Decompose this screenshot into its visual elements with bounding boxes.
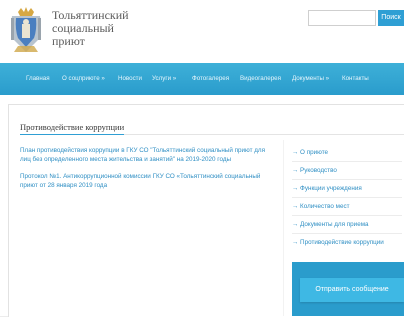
column-divider [283,140,284,316]
sidebar-divider [292,233,402,234]
sidebar-divider [292,215,402,216]
sidebar-item-about[interactable]: → О приюте [292,149,328,156]
sidebar-divider [292,179,402,180]
document-link[interactable]: План противодействия коррупции в ГКУ СО … [20,146,270,164]
sidebar-item-anti-corruption[interactable]: → Противодействие коррупции [292,239,384,246]
title-divider [124,134,404,135]
nav-item-about[interactable]: О соцприюте » [62,63,105,95]
sidebar-item-functions[interactable]: → Функции учреждения [292,185,362,192]
nav-item-news[interactable]: Новости [118,63,142,95]
page-title: Противодействие коррупции [20,122,125,132]
nav-item-contacts[interactable]: Контакты [342,63,369,95]
sidebar-divider [292,197,402,198]
document-link[interactable]: Протокол №1. Антикоррупционной комиссии … [20,172,270,190]
search-button[interactable]: Поиск [378,10,404,26]
sidebar-item-admission-documents[interactable]: → Документы для приема [292,221,369,228]
title-underline [20,134,124,135]
nav-item-home[interactable]: Главная [26,63,50,95]
page: Тольяттинский социальный приют Поиск Гла… [0,0,404,317]
search-input[interactable] [308,10,376,26]
samara-emblem-icon [11,7,41,52]
site-title[interactable]: Тольяттинский социальный приют [52,9,202,48]
site-title-line: приют [52,34,85,48]
nav-item-photo-gallery[interactable]: Фотогалерея [192,63,229,95]
sidebar-item-capacity[interactable]: → Количество мест [292,203,349,210]
nav-item-documents[interactable]: Документы » [292,63,329,95]
send-message-button[interactable]: Отправить сообщение [300,278,404,302]
sidebar-divider [292,161,402,162]
nav-item-services[interactable]: Услуги » [152,63,176,95]
main-navigation: Главная О соцприюте » Новости Услуги » Ф… [0,63,404,95]
site-header: Тольяттинский социальный приют Поиск [0,0,404,60]
sidebar-item-management[interactable]: → Руководство [292,167,337,174]
nav-item-video-gallery[interactable]: Видеогалерея [240,63,281,95]
